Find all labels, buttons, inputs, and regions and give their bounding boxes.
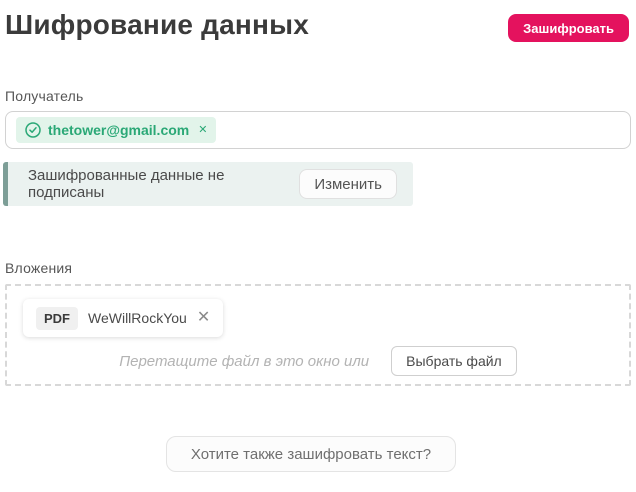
remove-recipient-icon[interactable]: ✕ — [198, 124, 207, 136]
check-circle-icon — [25, 122, 41, 138]
attachments-label: Вложения — [5, 260, 73, 276]
recipient-email-chip[interactable]: thetower@gmail.com ✕ — [16, 117, 217, 143]
signature-status-text: Зашифрованные данные не подписаны — [28, 167, 225, 201]
remove-file-icon[interactable]: ✕ — [197, 310, 210, 326]
encrypt-button[interactable]: Зашифровать — [508, 14, 629, 42]
page-title: Шифрование данных — [5, 9, 310, 40]
recipient-input[interactable]: thetower@gmail.com ✕ — [5, 111, 631, 149]
encryption-page: Шифрование данных Зашифровать Получатель… — [0, 8, 636, 472]
recipient-label: Получатель — [5, 88, 84, 104]
page-header: Шифрование данных Зашифровать — [5, 8, 631, 42]
attached-file-chip: PDF WeWillRockYou ✕ — [23, 299, 224, 337]
file-type-badge: PDF — [36, 306, 78, 330]
file-dropzone[interactable]: PDF WeWillRockYou ✕ Перетащите файл в эт… — [5, 284, 631, 386]
recipient-email: thetower@gmail.com — [48, 122, 190, 138]
signature-status-banner: Зашифрованные данные не подписаны Измени… — [3, 162, 413, 206]
file-name: WeWillRockYou — [88, 310, 187, 326]
footer-row: Хотите также зашифровать текст? — [5, 436, 631, 472]
choose-file-button[interactable]: Выбрать файл — [391, 346, 517, 376]
change-signature-button[interactable]: Изменить — [299, 169, 397, 199]
dropzone-hint-row: Перетащите файл в это окно или Выбрать ф… — [7, 346, 629, 376]
dropzone-hint-text: Перетащите файл в это окно или — [119, 352, 370, 370]
encrypt-text-button[interactable]: Хотите также зашифровать текст? — [165, 436, 457, 472]
